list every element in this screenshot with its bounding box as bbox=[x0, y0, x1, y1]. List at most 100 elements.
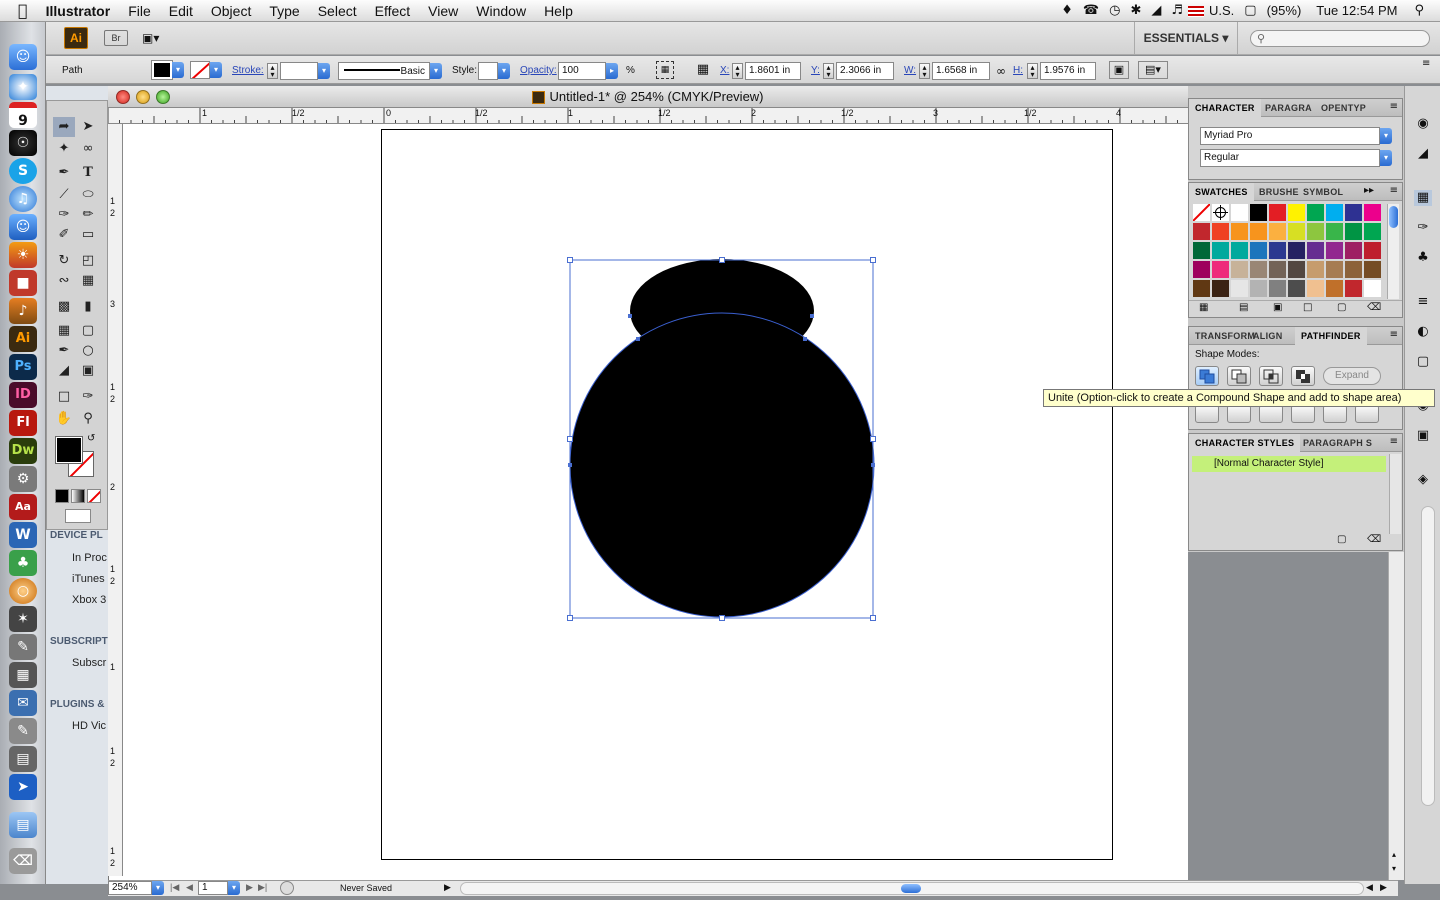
swatch-7[interactable] bbox=[1326, 204, 1343, 221]
stroke-color-swatch[interactable] bbox=[190, 61, 210, 79]
swatch-library-icon[interactable]: ▦ bbox=[1199, 302, 1208, 313]
isolate-object-icon[interactable]: ▤▾ bbox=[1138, 61, 1168, 79]
right-strip-scrollbar[interactable] bbox=[1421, 506, 1435, 806]
h-label[interactable]: H: bbox=[1013, 62, 1023, 80]
warp-tool-icon[interactable]: ∾ bbox=[53, 271, 75, 291]
y-label[interactable]: Y: bbox=[811, 62, 820, 80]
dock-app6-icon[interactable]: ✶ bbox=[9, 606, 37, 632]
status-arrow-icon[interactable]: ▶ bbox=[444, 882, 451, 893]
menu-help[interactable]: Help bbox=[535, 0, 582, 22]
swatch-35[interactable] bbox=[1288, 261, 1305, 278]
dock-app4-icon[interactable]: ♣ bbox=[9, 550, 37, 576]
swatch-14[interactable] bbox=[1269, 223, 1286, 240]
character-styles-scrollbar[interactable] bbox=[1389, 454, 1401, 534]
gradient-panel-icon[interactable]: ▢ bbox=[1414, 354, 1432, 370]
dock-folder-icon[interactable]: ▤ bbox=[9, 812, 37, 838]
character-styles-menu-icon[interactable]: ≡ bbox=[1390, 436, 1398, 447]
swatch-2[interactable] bbox=[1231, 204, 1248, 221]
symbols-icon[interactable]: ♣ bbox=[1414, 250, 1432, 266]
pathfinder-panel-menu-icon[interactable]: ≡ bbox=[1390, 329, 1398, 340]
appearance-icon[interactable]: ◐ bbox=[1414, 324, 1432, 340]
swatch-33[interactable] bbox=[1250, 261, 1267, 278]
horizontal-scrollbar[interactable] bbox=[460, 882, 1364, 895]
screen-mode-icon[interactable] bbox=[65, 509, 91, 523]
x-field[interactable]: 1.8601 in bbox=[745, 62, 801, 80]
swatch-29[interactable] bbox=[1364, 242, 1381, 259]
swatch-options-icon[interactable]: ▣ bbox=[1273, 302, 1282, 313]
swatch-17[interactable] bbox=[1326, 223, 1343, 240]
swatch-26[interactable] bbox=[1307, 242, 1324, 259]
dock-flash-icon[interactable]: Fl bbox=[9, 410, 37, 436]
dock-preview-icon[interactable]: ✎ bbox=[9, 718, 37, 744]
bridge-button[interactable]: Br bbox=[104, 30, 128, 46]
brush-dropdown[interactable]: ▾ bbox=[430, 63, 442, 79]
selection-tool-icon[interactable]: ➦ bbox=[53, 117, 75, 137]
stroke-dropdown[interactable]: ▾ bbox=[210, 62, 222, 78]
symbol-sprayer-tool-icon[interactable]: ▩ bbox=[53, 297, 75, 317]
tab-swatches[interactable]: SWATCHES bbox=[1189, 183, 1254, 201]
dock-calculator-icon[interactable]: ▦ bbox=[9, 662, 37, 688]
close-button[interactable] bbox=[116, 90, 130, 104]
live-paint-selection-tool-icon[interactable]: ▣ bbox=[77, 361, 99, 381]
swatch-27[interactable] bbox=[1326, 242, 1343, 259]
scroll-down-arrow[interactable]: ▾ bbox=[1392, 864, 1396, 873]
time-machine-icon[interactable]: ◷ bbox=[1104, 3, 1125, 18]
unite-button[interactable] bbox=[1195, 366, 1219, 386]
dock-dreamweaver-icon[interactable]: Dw bbox=[9, 438, 37, 464]
status-menu-icon[interactable] bbox=[280, 881, 294, 895]
swatch-0[interactable] bbox=[1192, 203, 1211, 222]
swatch-18[interactable] bbox=[1345, 223, 1362, 240]
swatch-10[interactable] bbox=[1193, 223, 1210, 240]
swatch-21[interactable] bbox=[1212, 242, 1229, 259]
opacity-dropdown[interactable]: ▸ bbox=[606, 63, 618, 79]
color-guide-icon[interactable]: ◉ bbox=[1414, 116, 1432, 132]
dock-app3-icon[interactable]: W bbox=[9, 522, 37, 548]
magic-wand-tool-icon[interactable]: ✦ bbox=[53, 139, 75, 159]
gradient-tool-icon[interactable]: ▢ bbox=[77, 321, 99, 341]
tab-opentype[interactable]: OPENTYP bbox=[1315, 99, 1372, 117]
expand-button[interactable]: Expand bbox=[1323, 367, 1381, 385]
swatches-icon[interactable]: ▦ bbox=[1414, 190, 1432, 206]
fill-box[interactable] bbox=[55, 436, 83, 464]
swatch-15[interactable] bbox=[1288, 223, 1305, 240]
blob-brush-tool-icon[interactable]: ✐ bbox=[53, 225, 75, 245]
y-spinner[interactable]: ▴ ▾ bbox=[823, 63, 834, 79]
body-shape[interactable] bbox=[569, 312, 875, 618]
control-panel-menu-icon[interactable]: ≡ bbox=[1422, 58, 1436, 72]
dock-illustrator-icon[interactable]: Ai bbox=[9, 326, 37, 352]
live-paint-tool-icon[interactable]: ◢ bbox=[53, 361, 75, 381]
swatch-20[interactable] bbox=[1193, 242, 1210, 259]
dock-app7-icon[interactable]: ✎ bbox=[9, 634, 37, 660]
layers-icon[interactable]: ◈ bbox=[1414, 472, 1432, 488]
paintbrush-tool-icon[interactable]: ✑ bbox=[53, 205, 75, 225]
battery-percent[interactable]: (95%) bbox=[1262, 3, 1307, 18]
font-family-dropdown[interactable]: ▾ bbox=[1380, 128, 1392, 144]
menu-edit[interactable]: Edit bbox=[160, 0, 202, 22]
divide-button[interactable] bbox=[1195, 405, 1219, 423]
swatch-25[interactable] bbox=[1288, 242, 1305, 259]
ai-logo[interactable]: Ai bbox=[64, 27, 88, 49]
swatch-28[interactable] bbox=[1345, 242, 1362, 259]
swatch-12[interactable] bbox=[1231, 223, 1248, 240]
swatch-47[interactable] bbox=[1326, 280, 1343, 297]
dock-app5-icon[interactable]: ○ bbox=[9, 578, 37, 604]
dock-finder-icon[interactable]: ☺ bbox=[9, 44, 37, 70]
font-style-dropdown[interactable]: ▾ bbox=[1380, 150, 1392, 166]
dock-indesign-icon[interactable]: ID bbox=[9, 382, 37, 408]
outline-button[interactable] bbox=[1323, 405, 1347, 423]
volume-icon[interactable]: ♬ bbox=[1166, 3, 1188, 18]
pencil-tool-icon[interactable]: ✏ bbox=[77, 205, 99, 225]
vertical-ruler[interactable]: 1 2 3 1 2 2 1 2 1 1 2 1 2 0 bbox=[108, 124, 123, 876]
fill-dropdown[interactable]: ▾ bbox=[172, 62, 184, 78]
swatch-22[interactable] bbox=[1231, 242, 1248, 259]
swatch-4[interactable] bbox=[1269, 204, 1286, 221]
zoom-button[interactable] bbox=[156, 90, 170, 104]
menu-window[interactable]: Window bbox=[467, 0, 535, 22]
scale-tool-icon[interactable]: ◰ bbox=[77, 251, 99, 271]
slice-tool-icon[interactable]: ✑ bbox=[77, 387, 99, 407]
w-field[interactable]: 1.6568 in bbox=[932, 62, 990, 80]
x-spinner[interactable]: ▴ ▾ bbox=[732, 63, 743, 79]
brush-definition-field[interactable]: Basic bbox=[338, 62, 430, 80]
fill-color-swatch[interactable] bbox=[151, 60, 173, 80]
dock-itunes-icon[interactable]: ♫ bbox=[9, 186, 37, 212]
